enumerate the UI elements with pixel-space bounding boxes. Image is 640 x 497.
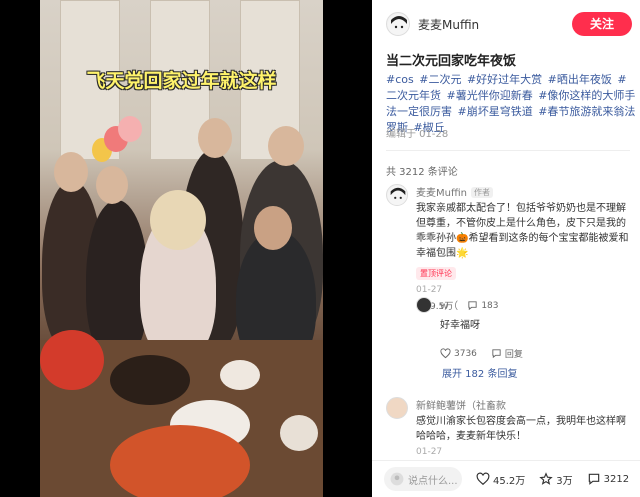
comment-reply-button[interactable]: 回复 [491, 347, 523, 360]
soup-pot [110, 425, 250, 497]
guest-head [268, 126, 304, 166]
comment-input-placeholder: 说点什么... [408, 475, 458, 487]
comment-button[interactable]: 3212 [587, 472, 629, 486]
hot-pot [110, 355, 190, 405]
commenter-name-text[interactable]: 麦麦Muffin [416, 188, 467, 199]
author-row: 麦麦Muffin 关注 [386, 10, 632, 38]
bowl [220, 360, 260, 390]
xiaohongshu-post-view: 飞天党回家过年就这样 麦麦Muffin 关注 当二次元回家吃年夜饭 #cos #… [0, 0, 640, 497]
grandpa-head [254, 206, 292, 250]
commenter-name[interactable]: 麦麦Muffin 作者 [416, 184, 632, 199]
like-count: 3736 [454, 348, 477, 359]
reply-label: 回复 [504, 350, 523, 360]
guest-head [198, 118, 232, 158]
tag[interactable]: #二次元 [419, 73, 461, 86]
commenter-avatar[interactable] [386, 397, 408, 419]
like-count: 45.2万 [493, 475, 526, 487]
tag[interactable]: #薯光伴你迎新春 [447, 89, 533, 102]
heart-icon [440, 348, 451, 359]
pinned-badge: 置顶评论 [416, 267, 456, 280]
hot-pot [40, 330, 104, 390]
guest-head [96, 166, 128, 204]
commenter-avatar[interactable] [386, 184, 408, 206]
tag[interactable]: #好好过年大赏 [467, 73, 542, 86]
guest-head [54, 152, 88, 192]
commenter-name[interactable]: 新鲜鲍薯饼（社畜款 [416, 397, 632, 412]
cosplayer-wig [150, 190, 206, 250]
comment-item: 麦麦Muffin 作者 我家亲戚都太配合了！包括爷爷奶奶也是不理解但尊重，不管你皮… [386, 184, 632, 312]
balloon [118, 116, 142, 142]
comment-date: 01-27 [416, 285, 443, 295]
star-icon [539, 472, 553, 485]
heart-icon [476, 472, 490, 486]
author-avatar[interactable] [386, 12, 410, 36]
tag[interactable]: #晒出年夜饭 [548, 73, 612, 86]
avatar-face-icon [387, 185, 407, 205]
cup [280, 415, 318, 451]
guest-figure [86, 200, 148, 360]
comment-like-button[interactable]: 3736 [440, 348, 477, 359]
post-detail-panel: 麦麦Muffin 关注 当二次元回家吃年夜饭 #cos #二次元 #好好过年大赏… [372, 0, 640, 497]
follow-button[interactable]: 关注 [572, 12, 632, 36]
edited-date: 编辑于 01-28 [386, 129, 449, 140]
comment-count: 共 3212 条评论 [386, 167, 458, 178]
favorite-count: 3万 [556, 475, 573, 487]
comment-text: 好幸福呀 [440, 320, 480, 331]
tag[interactable]: #cos [386, 73, 414, 86]
comment-bubble-icon [588, 473, 599, 485]
media-viewer[interactable]: 飞天党回家过年就这样 [0, 0, 372, 497]
user-avatar-icon [390, 472, 404, 486]
author-badge: 作者 [470, 187, 493, 198]
comment-count-bottom: 3212 [603, 473, 630, 485]
like-button[interactable]: 45.2万 [476, 472, 525, 487]
author-name[interactable]: 麦麦Muffin [418, 16, 479, 33]
favorite-button[interactable]: 3万 [539, 472, 573, 487]
comment-bubble-icon [492, 349, 501, 359]
commenter-avatar[interactable] [416, 297, 432, 313]
tag[interactable]: #崩坏星穹铁道 [458, 105, 533, 118]
comment-text: 我家亲戚都太配合了！包括爷爷奶奶也是不理解但尊重，不管你皮上是什么角色，皮下只是… [416, 203, 629, 259]
video-caption: 飞天党回家过年就这样 [86, 70, 277, 92]
commenter-name[interactable]: w（ [440, 297, 630, 312]
comment-text: 感觉川渝家长包容度会高一点，我明年也这样啊哈哈哈，麦麦新年快乐！ [416, 416, 626, 442]
avatar-face-icon [388, 14, 409, 35]
divider [386, 150, 630, 151]
bottom-action-bar: 说点什么... 45.2万 3万 3212 [372, 460, 640, 497]
post-title: 当二次元回家吃年夜饭 [386, 54, 517, 69]
comment-date: 01-27 [416, 447, 443, 457]
comment-actions: 3736 回复 [440, 347, 630, 360]
expand-replies-link[interactable]: 展开 182 条回复 [442, 365, 517, 380]
comment-item: 新鲜鲍薯饼（社畜款 感觉川渝家长包容度会高一点，我明年也这样啊哈哈哈，麦麦新年快… [386, 397, 632, 457]
comment-input[interactable]: 说点什么... [384, 467, 462, 491]
